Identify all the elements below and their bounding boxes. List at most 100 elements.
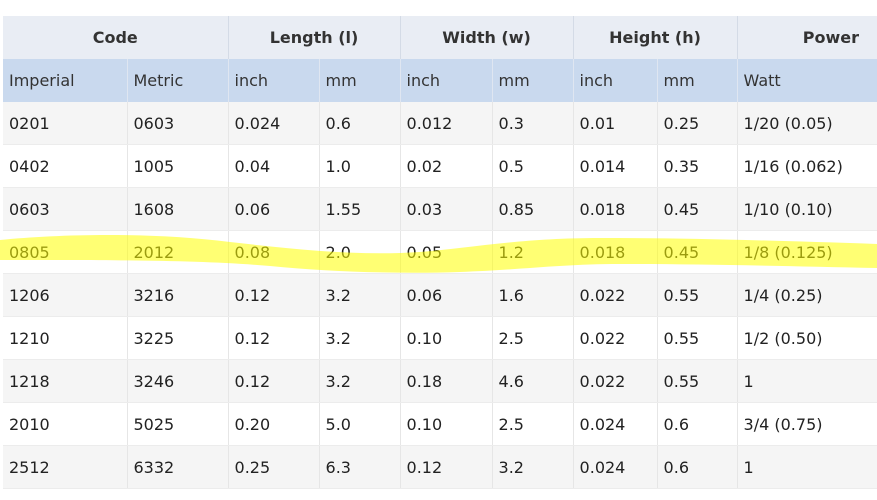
table-row-highlighted: 0805 2012 0.08 2.0 0.05 1.2 0.018 0.45 1… bbox=[3, 230, 877, 274]
cell-height-mm: 0.55 bbox=[657, 273, 738, 317]
cell-height-inch: 0.024 bbox=[573, 402, 658, 446]
cell-width-mm: 0.85 bbox=[492, 187, 574, 231]
cell-height-mm: 0.6 bbox=[657, 445, 738, 489]
cell-length-mm: 6.3 bbox=[319, 445, 401, 489]
cell-power-watt: 1/4 (0.25) bbox=[737, 273, 877, 317]
table-row: 0402 1005 0.04 1.0 0.02 0.5 0.014 0.35 1… bbox=[3, 144, 877, 188]
cell-metric: 1005 bbox=[127, 144, 229, 188]
cell-height-inch: 0.022 bbox=[573, 273, 658, 317]
smd-resistor-size-table: Code Length (l) Width (w) Height (h) Pow… bbox=[3, 16, 877, 489]
cell-power-watt: 1/2 (0.50) bbox=[737, 316, 877, 360]
cell-width-mm: 1.2 bbox=[492, 230, 574, 274]
cell-power-watt: 1 bbox=[737, 359, 877, 403]
group-header-width: Width (w) bbox=[400, 16, 574, 59]
group-header-power: Power bbox=[737, 16, 877, 59]
cell-height-inch: 0.01 bbox=[573, 102, 658, 145]
cell-metric: 0603 bbox=[127, 102, 229, 145]
cell-height-inch: 0.018 bbox=[573, 230, 658, 274]
cell-width-mm: 0.5 bbox=[492, 144, 574, 188]
table-row: 1210 3225 0.12 3.2 0.10 2.5 0.022 0.55 1… bbox=[3, 316, 877, 360]
cell-width-mm: 4.6 bbox=[492, 359, 574, 403]
unit-header-length-inch: inch bbox=[228, 59, 320, 102]
cell-height-mm: 0.55 bbox=[657, 316, 738, 360]
group-header-length: Length (l) bbox=[228, 16, 401, 59]
cell-width-inch: 0.012 bbox=[400, 102, 493, 145]
cell-width-inch: 0.12 bbox=[400, 445, 493, 489]
cell-imperial: 2512 bbox=[3, 445, 128, 489]
cell-length-mm: 2.0 bbox=[319, 230, 401, 274]
cell-height-mm: 0.55 bbox=[657, 359, 738, 403]
cell-width-inch: 0.10 bbox=[400, 402, 493, 446]
unit-header-width-inch: inch bbox=[400, 59, 493, 102]
cell-length-inch: 0.25 bbox=[228, 445, 320, 489]
unit-header-metric: Metric bbox=[127, 59, 229, 102]
cell-imperial: 0201 bbox=[3, 102, 128, 145]
cell-height-inch: 0.024 bbox=[573, 445, 658, 489]
cell-length-mm: 0.6 bbox=[319, 102, 401, 145]
table-body: 0201 0603 0.024 0.6 0.012 0.3 0.01 0.25 … bbox=[3, 102, 877, 489]
cell-width-inch: 0.06 bbox=[400, 273, 493, 317]
table-row: 2512 6332 0.25 6.3 0.12 3.2 0.024 0.6 1 bbox=[3, 445, 877, 489]
cell-imperial: 1210 bbox=[3, 316, 128, 360]
cell-height-inch: 0.022 bbox=[573, 316, 658, 360]
cell-height-inch: 0.018 bbox=[573, 187, 658, 231]
cell-width-mm: 1.6 bbox=[492, 273, 574, 317]
table-row: 2010 5025 0.20 5.0 0.10 2.5 0.024 0.6 3/… bbox=[3, 402, 877, 446]
cell-length-mm: 3.2 bbox=[319, 359, 401, 403]
cell-width-mm: 2.5 bbox=[492, 402, 574, 446]
cell-width-inch: 0.18 bbox=[400, 359, 493, 403]
unit-header-height-inch: inch bbox=[573, 59, 658, 102]
cell-height-mm: 0.45 bbox=[657, 187, 738, 231]
cell-power-watt: 1/8 (0.125) bbox=[737, 230, 877, 274]
smd-resistor-size-table-container: Code Length (l) Width (w) Height (h) Pow… bbox=[3, 16, 877, 489]
unit-header-width-mm: mm bbox=[492, 59, 574, 102]
cell-metric: 3225 bbox=[127, 316, 229, 360]
cell-width-inch: 0.10 bbox=[400, 316, 493, 360]
cell-height-mm: 0.35 bbox=[657, 144, 738, 188]
unit-header-row: Imperial Metric inch mm inch mm inch mm … bbox=[3, 59, 877, 102]
cell-height-inch: 0.014 bbox=[573, 144, 658, 188]
cell-height-mm: 0.6 bbox=[657, 402, 738, 446]
cell-power-watt: 1/20 (0.05) bbox=[737, 102, 877, 145]
cell-length-mm: 1.0 bbox=[319, 144, 401, 188]
cell-imperial: 0603 bbox=[3, 187, 128, 231]
cell-length-inch: 0.08 bbox=[228, 230, 320, 274]
cell-power-watt: 1/10 (0.10) bbox=[737, 187, 877, 231]
cell-width-inch: 0.03 bbox=[400, 187, 493, 231]
cell-width-inch: 0.02 bbox=[400, 144, 493, 188]
cell-length-mm: 3.2 bbox=[319, 316, 401, 360]
cell-length-inch: 0.06 bbox=[228, 187, 320, 231]
unit-header-imperial: Imperial bbox=[3, 59, 128, 102]
group-header-height: Height (h) bbox=[573, 16, 738, 59]
cell-width-mm: 2.5 bbox=[492, 316, 574, 360]
table-row: 1218 3246 0.12 3.2 0.18 4.6 0.022 0.55 1 bbox=[3, 359, 877, 403]
cell-power-watt: 1/16 (0.062) bbox=[737, 144, 877, 188]
unit-header-length-mm: mm bbox=[319, 59, 401, 102]
cell-imperial: 1206 bbox=[3, 273, 128, 317]
cell-power-watt: 3/4 (0.75) bbox=[737, 402, 877, 446]
cell-height-mm: 0.25 bbox=[657, 102, 738, 145]
cell-height-inch: 0.022 bbox=[573, 359, 658, 403]
cell-metric: 5025 bbox=[127, 402, 229, 446]
cell-metric: 3246 bbox=[127, 359, 229, 403]
cell-width-mm: 3.2 bbox=[492, 445, 574, 489]
cell-length-mm: 5.0 bbox=[319, 402, 401, 446]
unit-header-height-mm: mm bbox=[657, 59, 738, 102]
cell-metric: 6332 bbox=[127, 445, 229, 489]
table-row: 0201 0603 0.024 0.6 0.012 0.3 0.01 0.25 … bbox=[3, 102, 877, 145]
table-row: 0603 1608 0.06 1.55 0.03 0.85 0.018 0.45… bbox=[3, 187, 877, 231]
cell-length-inch: 0.12 bbox=[228, 316, 320, 360]
cell-metric: 3216 bbox=[127, 273, 229, 317]
cell-length-mm: 3.2 bbox=[319, 273, 401, 317]
group-header-code: Code bbox=[3, 16, 229, 59]
cell-metric: 2012 bbox=[127, 230, 229, 274]
cell-length-inch: 0.04 bbox=[228, 144, 320, 188]
cell-imperial: 0402 bbox=[3, 144, 128, 188]
cell-width-mm: 0.3 bbox=[492, 102, 574, 145]
cell-imperial: 1218 bbox=[3, 359, 128, 403]
cell-imperial: 2010 bbox=[3, 402, 128, 446]
cell-length-inch: 0.024 bbox=[228, 102, 320, 145]
cell-length-inch: 0.20 bbox=[228, 402, 320, 446]
group-header-row: Code Length (l) Width (w) Height (h) Pow… bbox=[3, 16, 877, 59]
cell-height-mm: 0.45 bbox=[657, 230, 738, 274]
